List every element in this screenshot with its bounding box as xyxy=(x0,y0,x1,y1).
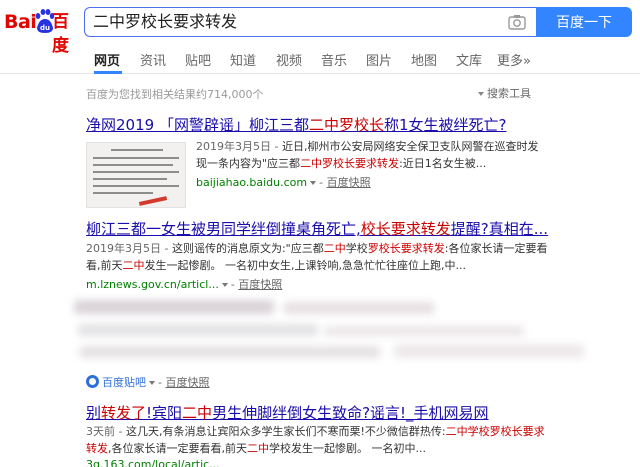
snapshot-link[interactable]: 百度快照 xyxy=(165,376,209,389)
camera-icon[interactable] xyxy=(508,14,526,30)
result-abstract-line: 2019年3月5日 - 近日,柳州市公安局网络安全保卫支队网警在巡查时发 xyxy=(196,138,538,155)
result-abstract-highlight: 二中 xyxy=(323,242,346,255)
result-abstract-highlight: 二中 xyxy=(247,442,269,455)
result-abstract-line: 转发,各位家长请一定要看看,前天二中学校发生一起惨剧。 一名初中... xyxy=(86,440,426,457)
search-tools-label: 搜索工具 xyxy=(487,87,531,100)
result-title-text: 男生伸脚绊倒女生致命?谣言!_手机网易网 xyxy=(212,404,489,422)
tab-more[interactable]: 更多» xyxy=(497,50,531,69)
result-url-line: 3g.163.com/local/artic... xyxy=(86,458,220,467)
result-date: 3天前 - xyxy=(86,425,123,438)
chevron-down-icon[interactable] xyxy=(149,381,155,385)
logo-paw-text: du xyxy=(40,24,50,32)
result-title-highlight: 二中罗校长 xyxy=(308,116,384,134)
result-url[interactable]: m.lznews.gov.cn/articl... xyxy=(86,278,219,291)
result-abstract-highlight: 转发 xyxy=(86,442,108,455)
tab-music[interactable]: 音乐 xyxy=(321,50,347,69)
tab-images[interactable]: 图片 xyxy=(366,50,392,69)
result-title-text: 柳江三都一女生被男同学绊倒撞桌角死亡, xyxy=(86,220,361,238)
result-title-highlight: 校长要求转发 xyxy=(360,220,451,238)
blurred-result xyxy=(74,296,604,368)
result-abstract-line: 看,前天二中发生一起惨剧。 一名初中女生,上课铃响,急急忙忙往座位上跑,中... xyxy=(86,257,466,274)
search-button[interactable]: 百度一下 xyxy=(536,7,632,37)
tab-tieba[interactable]: 贴吧 xyxy=(185,50,211,69)
result-title-text: 净网2019 「网警辟谣」柳江三都 xyxy=(86,116,309,134)
result-title-highlight: 二中 xyxy=(182,404,213,422)
snapshot-link[interactable]: 百度快照 xyxy=(327,176,371,189)
result-source[interactable]: 百度贴吧 xyxy=(102,376,146,389)
result-abstract-highlight: 二中 xyxy=(122,259,145,272)
result-url-line: 百度贴吧 - 百度快照 xyxy=(86,374,209,390)
tab-news[interactable]: 资讯 xyxy=(140,50,166,69)
result-title-text: !宾阳 xyxy=(146,404,183,422)
result-abstract-text: ,各位家长请一定要看看,前天 xyxy=(108,442,247,455)
search-tools-icon xyxy=(478,92,484,96)
active-tab-indicator xyxy=(94,71,122,74)
search-input[interactable] xyxy=(93,8,493,36)
logo-latin: Bai xyxy=(4,11,37,33)
tab-web[interactable]: 网页 xyxy=(94,50,120,69)
result-abstract-text: 发生一起惨剧。 一名初中女生,上课铃响,急急忙忙往座位上跑,中... xyxy=(144,259,466,272)
result-abstract-text: 看,前天 xyxy=(86,259,123,272)
result-title-1[interactable]: 净网2019 「网警辟谣」柳江三都二中罗校长称1女生被绊死亡? xyxy=(86,114,506,135)
result-abstract-text: 近日,柳州市公安局网络安全保卫支队网警在巡查时发 xyxy=(278,140,539,153)
result-abstract-text: 学校发生一起惨剧。 一名初中... xyxy=(269,442,426,455)
result-title-highlight: 转发了 xyxy=(101,404,147,422)
result-url-line: baijiahao.baidu.com - 百度快照 xyxy=(196,176,371,189)
result-title-text: 别 xyxy=(86,404,102,422)
result-title-text: 称1女生被绊死亡? xyxy=(383,116,507,134)
tab-zhidao[interactable]: 知道 xyxy=(230,50,256,69)
result-thumbnail[interactable] xyxy=(86,142,186,208)
search-type-tabs: 网页 资讯 贴吧 知道 视频 音乐 图片 地图 文库 更多» xyxy=(0,44,640,74)
result-abstract-highlight: 罗校长要求转发 xyxy=(367,242,445,255)
tab-map[interactable]: 地图 xyxy=(411,50,437,69)
baidu-logo[interactable]: Bai du 百度 xyxy=(4,6,84,56)
result-date: 2019年3月5日 - xyxy=(86,242,169,255)
result-abstract-text: :各位家长请一定要看 xyxy=(444,242,548,255)
result-url[interactable]: baijiahao.baidu.com xyxy=(196,176,307,189)
header: Bai du 百度 百度一下 xyxy=(0,0,640,56)
result-abstract-text: 现一条内容为"应三都 xyxy=(196,157,301,170)
result-abstract-text: :近日1名女生被... xyxy=(399,157,487,170)
result-abstract-text: 这则谣传的消息原文为:"应三都 xyxy=(168,242,324,255)
search-box xyxy=(84,7,536,37)
result-date: 2019年3月5日 - xyxy=(196,140,279,153)
result-abstract-highlight: 二中学校罗校长要求 xyxy=(445,425,545,438)
result-title-4[interactable]: 别转发了!宾阳二中男生伸脚绊倒女生致命?谣言!_手机网易网 xyxy=(86,402,489,423)
result-url[interactable]: 3g.163.com/local/artic... xyxy=(86,458,220,467)
result-abstract-highlight: 二中罗校长要求转发 xyxy=(300,157,400,170)
result-abstract-text: 这几天,有条消息让宾阳众多学生家长们不寒而栗!不少微信群热传: xyxy=(122,425,446,438)
result-title-text: 提醒?真相在... xyxy=(450,220,549,238)
search-tools-button[interactable]: 搜索工具 xyxy=(478,85,531,101)
result-count: 百度为您找到相关结果约714,000个 xyxy=(86,88,264,101)
result-abstract-line: 现一条内容为"应三都二中罗校长要求转发:近日1名女生被... xyxy=(196,155,486,172)
tieba-paw-icon xyxy=(86,375,99,388)
tab-wenku[interactable]: 文库 xyxy=(456,50,482,69)
chevron-down-icon[interactable] xyxy=(221,283,228,287)
tab-video[interactable]: 视频 xyxy=(276,50,302,69)
result-url-line: m.lznews.gov.cn/articl... - 百度快照 xyxy=(86,278,283,291)
result-title-2[interactable]: 柳江三都一女生被男同学绊倒撞桌角死亡,校长要求转发提醒?真相在... xyxy=(86,218,548,239)
result-abstract-line: 3天前 - 这几天,有条消息让宾阳众多学生家长们不寒而栗!不少微信群热传:二中学… xyxy=(86,423,545,440)
result-abstract-text: 学校 xyxy=(345,242,368,255)
result-abstract-line: 2019年3月5日 - 这则谣传的消息原文为:"应三都二中学校罗校长要求转发:各… xyxy=(86,240,547,257)
snapshot-link[interactable]: 百度快照 xyxy=(238,278,282,291)
chevron-down-icon[interactable] xyxy=(310,181,317,185)
